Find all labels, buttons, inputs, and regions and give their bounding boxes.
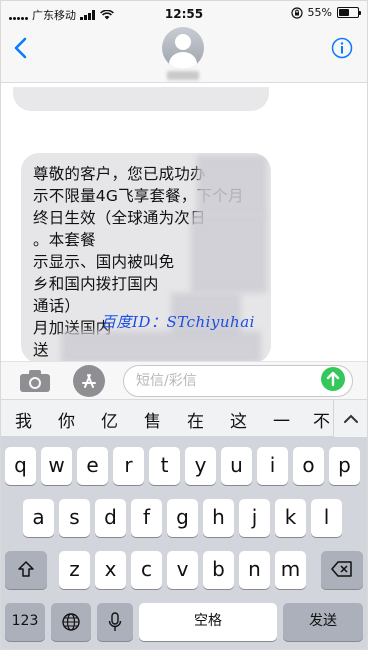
key-w[interactable]: w [41,447,72,485]
key-n[interactable]: n [239,551,270,589]
key-k[interactable]: k [275,499,306,537]
key-a[interactable]: a [23,499,54,537]
key-i[interactable]: i [257,447,288,485]
candidate-word[interactable]: 亿 [101,407,118,432]
key-u[interactable]: u [221,447,252,485]
previous-message-bubble [13,87,269,111]
chevron-up-icon [344,414,358,423]
dictation-key[interactable] [97,603,133,641]
delete-key[interactable] [321,551,363,589]
message-input[interactable]: 短信/彩信 [123,365,353,397]
status-bar: 广东移动 12:55 55% [1,1,367,27]
globe-key[interactable] [51,603,91,641]
orientation-lock-icon [290,6,303,19]
candidate-word[interactable]: 售 [144,407,161,432]
chevron-left-icon[interactable] [13,37,27,59]
shift-key[interactable] [5,551,47,589]
contact-avatar[interactable] [162,27,204,69]
key-j[interactable]: j [239,499,270,537]
redacted-area [61,331,261,361]
candidate-word[interactable]: 在 [187,407,204,432]
backspace-icon [331,561,352,577]
info-icon[interactable] [331,37,353,59]
key-r[interactable]: r [113,447,144,485]
key-g[interactable]: g [167,499,198,537]
candidate-bar: 我 你 亿 售 在 这 一 不 [1,399,367,438]
key-t[interactable]: t [149,447,180,485]
key-q[interactable]: q [5,447,36,485]
shift-icon [18,561,34,577]
key-x[interactable]: x [95,551,126,589]
send-key[interactable]: 发送 [283,603,363,641]
compose-bar: 短信/彩信 [1,361,367,399]
key-m[interactable]: m [275,551,306,589]
app-store-icon[interactable] [73,365,105,397]
numbers-key[interactable]: 123 [5,603,45,641]
key-l[interactable]: l [311,499,342,537]
send-arrow-icon[interactable] [321,367,345,391]
redacted-area [191,213,267,293]
battery-percent: 55% [307,6,332,19]
key-h[interactable]: h [203,499,234,537]
microphone-icon [108,612,122,631]
key-e[interactable]: e [77,447,108,485]
key-f[interactable]: f [131,499,162,537]
candidate-word[interactable]: 我 [15,407,32,432]
redacted-area [197,155,267,215]
key-d[interactable]: d [95,499,126,537]
watermark-text: 百度ID：STchiyuhai [101,313,255,331]
candidate-word[interactable]: 不 [313,407,330,432]
key-p[interactable]: p [329,447,360,485]
key-z[interactable]: z [59,551,90,589]
camera-icon[interactable] [19,369,51,393]
message-thread[interactable]: 尊敬的客户，您已成功办 示不限量4G飞享套餐，下个月 终日生效（全球通为次日 。… [1,83,367,361]
candidate-word[interactable]: 你 [58,407,75,432]
status-right: 55% [290,6,361,19]
key-c[interactable]: c [131,551,162,589]
key-b[interactable]: b [203,551,234,589]
candidate-word[interactable]: 一 [273,407,290,432]
key-s[interactable]: s [59,499,90,537]
space-key[interactable]: 空格 [139,603,277,641]
keyboard: q w e r t y u i o p a s d f g h j k l z … [1,437,367,649]
key-v[interactable]: v [167,551,198,589]
contact-name[interactable]: 10086 [167,71,199,80]
candidate-word[interactable]: 这 [230,407,247,432]
key-y[interactable]: y [185,447,216,485]
globe-icon [62,613,80,631]
key-o[interactable]: o [293,447,324,485]
expand-candidates-button[interactable] [333,400,367,438]
phone-screen: 广东移动 12:55 55% 尊敬的客户，您已成功办 示不限量4G飞享套餐，下个… [0,0,368,650]
battery-icon [337,7,361,18]
conversation-header: 10086 [1,27,367,83]
